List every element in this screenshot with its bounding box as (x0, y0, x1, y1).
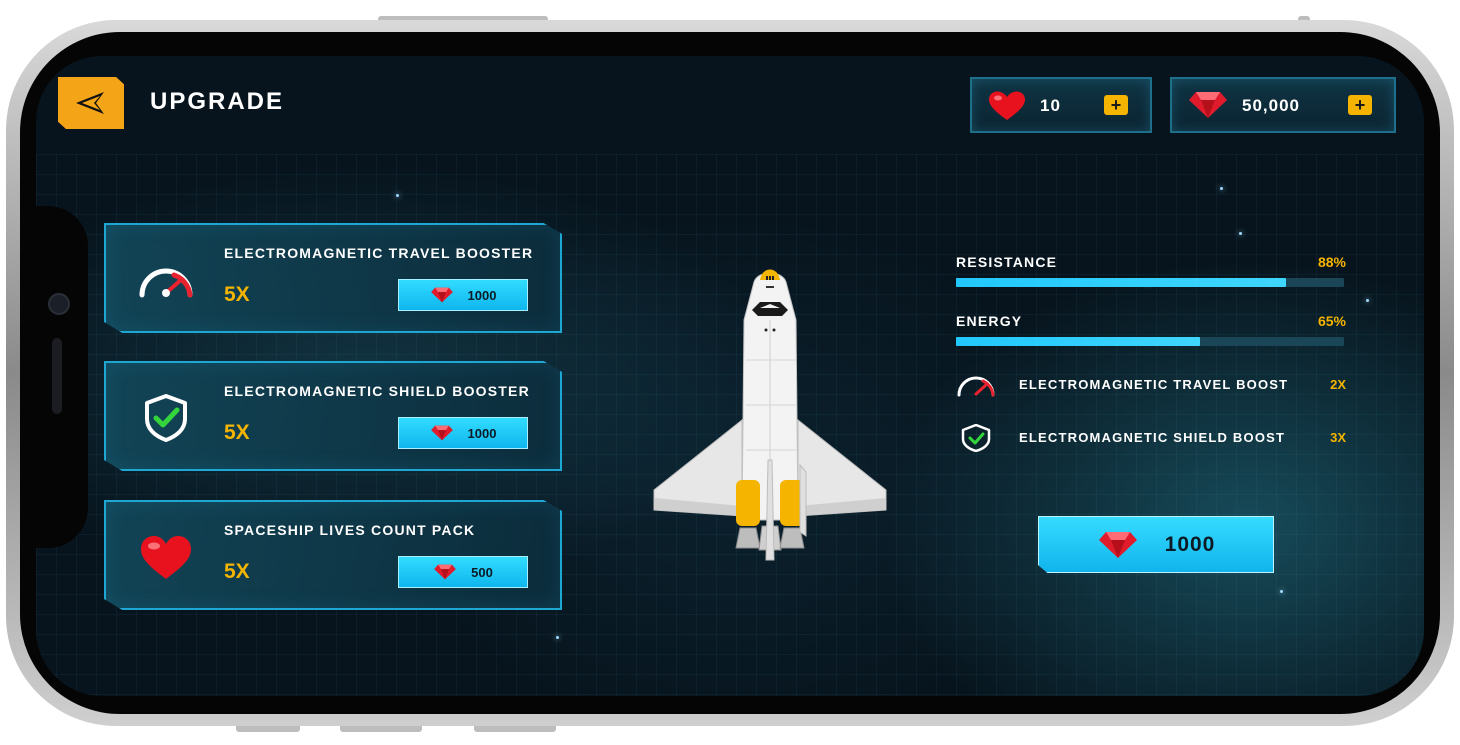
star (396, 194, 399, 197)
gem-icon (1189, 92, 1227, 118)
phone-button-3 (474, 726, 556, 732)
buy-shield-booster-button[interactable]: 1000 (398, 417, 528, 449)
energy-bar-fill (956, 337, 1201, 346)
shield-check-icon (961, 424, 991, 452)
stat-label-energy: ENERGY (956, 313, 1023, 329)
boost-value: 3X (1330, 430, 1346, 445)
upgrade-title: ELECTROMAGNETIC SHIELD BOOSTER (224, 383, 530, 399)
stat-value-resistance: 88% (1317, 254, 1346, 270)
add-gems-button[interactable]: + (1348, 95, 1372, 115)
speedometer-icon (957, 376, 995, 397)
upgrade-multiplier: 5X (224, 421, 250, 444)
back-button[interactable] (58, 77, 124, 129)
buy-lives-pack-button[interactable]: 500 (398, 556, 528, 588)
upgrade-multiplier: 5X (224, 560, 250, 583)
lives-counter: 10 + (970, 77, 1152, 133)
star (1280, 590, 1283, 593)
price-label: 500 (471, 564, 493, 580)
shield-check-icon (145, 394, 187, 442)
upgrade-multiplier: 5X (224, 283, 250, 306)
gems-value: 50,000 (1242, 96, 1300, 115)
add-lives-button[interactable]: + (1104, 95, 1128, 115)
boost-value: 2X (1330, 377, 1346, 392)
lives-value: 10 (1040, 96, 1061, 115)
boost-row-travel: ELECTROMAGNETIC TRAVEL BOOST 2X (956, 371, 1346, 399)
upgrade-title: ELECTROMAGNETIC TRAVEL BOOSTER (224, 245, 534, 261)
gem-icon (430, 425, 453, 441)
star (1239, 232, 1242, 235)
upgrade-card-travel-booster[interactable]: ELECTROMAGNETIC TRAVEL BOOSTER 5X 1000 (104, 223, 562, 333)
phone-notch (36, 206, 88, 548)
back-arrow-icon (76, 92, 104, 114)
resistance-bar-fill (956, 278, 1286, 287)
star (556, 636, 559, 639)
front-camera (48, 293, 70, 315)
energy-bar (956, 337, 1344, 346)
spaceship-image (653, 269, 887, 561)
buy-travel-booster-button[interactable]: 1000 (398, 279, 528, 311)
speedometer-icon (139, 268, 193, 298)
price-label: 1000 (467, 425, 497, 441)
buy-upgrade-button[interactable]: 1000 (1038, 516, 1274, 573)
gem-icon (1098, 531, 1137, 558)
upgrade-title: SPACESHIP LIVES COUNT PACK (224, 522, 476, 538)
phone-button-1 (236, 726, 300, 732)
stat-label-resistance: RESISTANCE (956, 254, 1058, 270)
price-label: 1000 (467, 287, 497, 303)
stat-value-energy: 65% (1317, 313, 1346, 329)
upgrade-card-shield-booster[interactable]: ELECTROMAGNETIC SHIELD BOOSTER 5X 1000 (104, 361, 562, 471)
earpiece-speaker (52, 338, 62, 414)
star (1220, 187, 1223, 190)
gems-counter: 50,000 + (1170, 77, 1396, 133)
phone-button-2 (340, 726, 422, 732)
page-title: UPGRADE (150, 88, 285, 115)
boost-label: ELECTROMAGNETIC SHIELD BOOST (1019, 430, 1286, 445)
upgrade-card-lives-pack[interactable]: SPACESHIP LIVES COUNT PACK 5X 500 (104, 500, 562, 610)
star (1366, 299, 1369, 302)
gem-icon (430, 287, 453, 303)
heart-icon (141, 536, 191, 579)
buy-price-label: 1000 (1164, 532, 1216, 556)
boost-label: ELECTROMAGNETIC TRAVEL BOOST (1019, 377, 1289, 392)
resistance-bar (956, 278, 1344, 287)
boost-row-shield: ELECTROMAGNETIC SHIELD BOOST 3X (956, 424, 1346, 452)
heart-icon (989, 91, 1025, 120)
gem-icon (434, 564, 456, 580)
